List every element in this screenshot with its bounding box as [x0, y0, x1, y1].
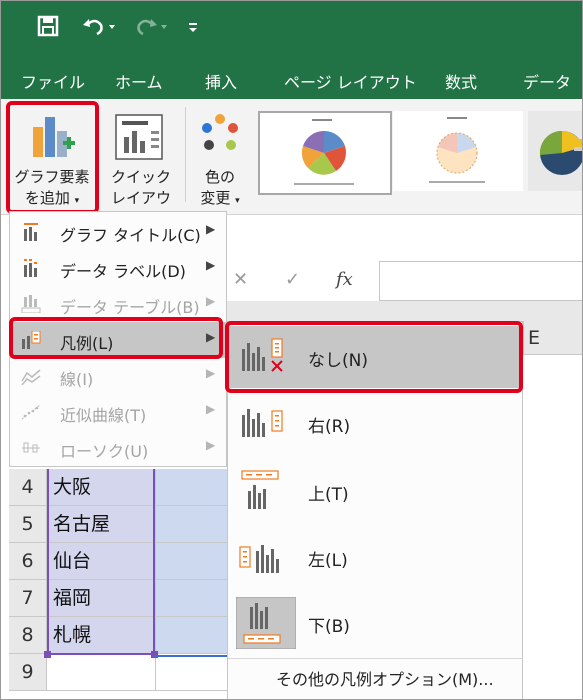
legend-right-option[interactable]: 右(R) — [228, 392, 522, 454]
column-header-e[interactable]: E — [523, 321, 582, 355]
undo-icon[interactable] — [81, 15, 117, 42]
cell-b-5[interactable] — [155, 506, 230, 543]
chevron-right-icon: ▶ — [206, 402, 216, 416]
excel-window: ファイル ホーム 挿入 ページ レイアウト 数式 データ グラフ要素 を追加 ▾ — [0, 0, 583, 700]
range-resize-handle-left[interactable] — [44, 651, 51, 658]
ribbon: グラフ要素 を追加 ▾ クイック レイアウト ▾ — [1, 99, 582, 228]
range-blue-border — [155, 655, 227, 657]
chevron-right-icon: ▶ — [206, 258, 216, 272]
row-header-4[interactable]: 4 — [9, 469, 47, 506]
cell-b-9[interactable] — [155, 654, 230, 691]
formula-input[interactable] — [379, 261, 582, 301]
menu-item-data-labels[interactable]: データ ラベル(D) ▶ — [10, 250, 226, 286]
cell-b-7[interactable] — [155, 580, 230, 617]
menu-item-chart-title[interactable]: グラフ タイトル(C) ▶ — [10, 214, 226, 250]
chevron-right-icon: ▶ — [206, 366, 216, 380]
chevron-right-icon: ▶ — [206, 294, 216, 308]
insert-function-button[interactable]: fx — [336, 269, 353, 290]
ribbon-tabs: ファイル ホーム 挿入 ページ レイアウト 数式 データ — [1, 61, 582, 99]
chevron-right-icon: ▶ — [206, 222, 216, 236]
chart-style-thumbnail-2[interactable] — [393, 111, 523, 191]
formula-cancel-button[interactable]: ✕ — [233, 269, 248, 290]
menu-item-up-down-bars[interactable]: ローソク(U) ▶ — [10, 430, 226, 466]
change-colors-line1: 色の — [204, 168, 235, 186]
cell-city-9[interactable] — [47, 654, 155, 691]
up-down-bars-icon — [22, 442, 40, 453]
column-headers — [227, 301, 582, 322]
row-header-9[interactable]: 9 — [9, 654, 47, 691]
tab-page-layout[interactable]: ページ レイアウト — [284, 69, 417, 93]
quick-layout-icon — [115, 114, 163, 160]
quick-layout-button[interactable]: クイック レイアウト ▾ — [104, 103, 178, 228]
submenu-divider — [228, 658, 522, 659]
row-header-6[interactable]: 6 — [9, 543, 47, 580]
menu-item-trendline[interactable]: 近似曲線(T) ▶ — [10, 394, 226, 430]
change-colors-line2: 変更 ▾ — [200, 189, 240, 207]
tab-home[interactable]: ホーム — [115, 69, 163, 93]
menu-item-lines[interactable]: 線(I) ▶ — [10, 358, 226, 394]
tab-file[interactable]: ファイル — [21, 69, 85, 93]
row-header-8[interactable]: 8 — [9, 617, 47, 654]
row-header-7[interactable]: 7 — [9, 580, 47, 617]
cell-b-4[interactable] — [155, 469, 230, 506]
chart-title-icon — [24, 223, 38, 241]
lines-icon — [21, 369, 41, 385]
redo-icon[interactable] — [133, 15, 169, 42]
highlight-legend-item — [9, 317, 223, 359]
ribbon-separator — [185, 107, 186, 202]
customize-icon[interactable] — [187, 15, 199, 42]
chart-style-thumbnail-1[interactable] — [258, 111, 392, 195]
legend-bottom-icon — [236, 597, 296, 649]
cell-b-8[interactable] — [155, 617, 230, 654]
legend-right-icon — [242, 409, 283, 437]
change-colors-icon — [202, 114, 238, 150]
legend-left-option[interactable]: 左(L) — [228, 526, 522, 588]
save-icon[interactable] — [37, 15, 59, 42]
highlight-legend-none — [225, 321, 523, 393]
tab-insert[interactable]: 挿入 — [205, 69, 237, 93]
tab-data[interactable]: データ — [523, 69, 571, 93]
legend-bottom-option[interactable]: 下(B) — [228, 592, 522, 654]
highlight-add-chart-element — [6, 101, 99, 214]
data-labels-icon — [24, 259, 37, 277]
quick-layout-line1: クイック — [110, 168, 171, 186]
chart-style-thumbnail-3[interactable] — [528, 111, 582, 191]
legend-left-icon — [239, 545, 279, 573]
data-table-icon — [21, 295, 41, 313]
title-bar — [1, 1, 582, 61]
change-colors-button[interactable]: 色の 変更 ▾ — [191, 103, 249, 209]
tab-formulas[interactable]: 数式 — [445, 69, 477, 93]
row-header-5[interactable]: 5 — [9, 506, 47, 543]
data-range-highlight — [47, 469, 155, 655]
more-legend-options[interactable]: その他の凡例オプション(M)... — [276, 666, 494, 690]
legend-top-icon — [241, 470, 279, 509]
formula-enter-button[interactable]: ✓ — [285, 269, 300, 290]
cell-b-6[interactable] — [155, 543, 230, 580]
trendline-icon — [21, 404, 41, 420]
legend-top-option[interactable]: 上(T) — [228, 460, 522, 522]
chevron-right-icon: ▶ — [206, 438, 216, 452]
